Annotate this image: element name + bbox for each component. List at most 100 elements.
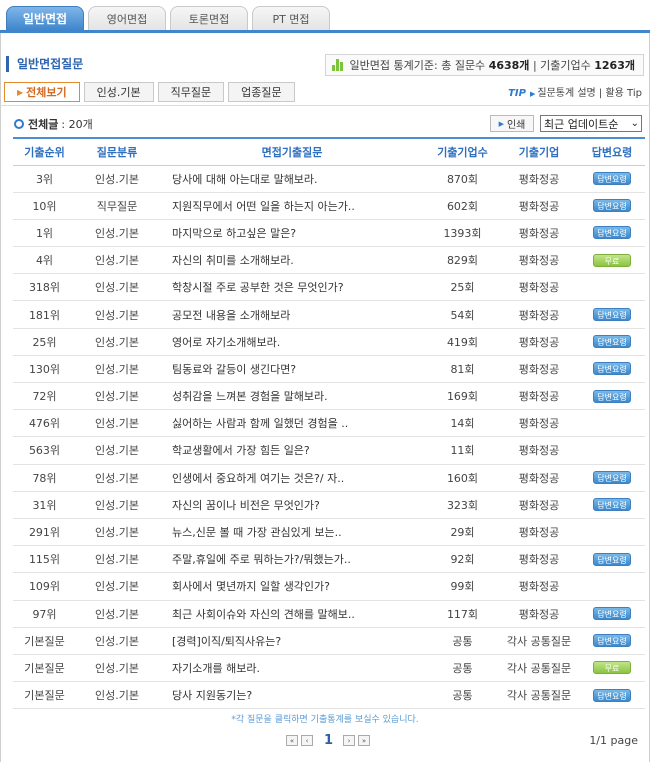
answer-tip-badge[interactable]: 답변요령 xyxy=(593,226,631,240)
answer-tip-cell: 답변요령 xyxy=(579,491,645,518)
sort-selected: 최근 업데이트순 xyxy=(544,117,619,131)
free-badge[interactable]: 무료 xyxy=(593,253,631,267)
question-cell[interactable]: 학창시절 주로 공부한 것은 무엇인가? xyxy=(158,274,426,301)
question-cell[interactable]: 자신의 취미를 소개해보라. xyxy=(158,247,426,274)
table-row[interactable]: 3위 인성.기본 당사에 대해 아는대로 말해보라. 870회 평화정공 답변요령 xyxy=(13,165,645,193)
question-cell[interactable]: 공모전 내용을 소개해보라 xyxy=(158,301,426,328)
table-row[interactable]: 109위 인성.기본 회사에서 몇년까지 일할 생각인가? 99회 평화정공 xyxy=(13,573,645,600)
table-row[interactable]: 10위 직무질문 지원직무에서 어떤 일을 하는지 아는가.. 602회 평화정공 답변요… xyxy=(13,192,645,220)
table-row[interactable]: 4위 인성.기본 자신의 취미를 소개해보라. 829회 평화정공 무료 xyxy=(13,247,645,274)
answer-tip-badge[interactable]: 답변요령 xyxy=(593,335,631,349)
subtab-personality[interactable]: 인성.기본 xyxy=(83,82,154,102)
table-row[interactable]: 115위 인성.기본 주말,휴일에 주로 뭐하는가?/뭐했는가.. 92회 평화정공 답변… xyxy=(13,546,645,573)
question-cell[interactable]: 최근 사회이슈와 자신의 견해를 말해보.. xyxy=(158,600,426,627)
table-row[interactable]: 31위 인성.기본 자신의 꿈이나 비전은 무엇인가? 323회 평화정공 답변요령 xyxy=(13,491,645,519)
question-cell[interactable]: 주말,휴일에 주로 뭐하는가?/뭐했는가.. xyxy=(158,546,426,573)
triangle-right-icon: ▶ xyxy=(529,90,536,98)
answer-tip-badge[interactable]: 답변요령 xyxy=(593,199,631,213)
answer-tip-cell: 무료 xyxy=(579,654,645,681)
question-cell[interactable]: 싫어하는 사람과 함께 일했던 경험을 .. xyxy=(158,410,426,437)
tab-english-interview[interactable]: 영어면접 xyxy=(88,6,166,30)
company-cell: 각사 공통질문 xyxy=(506,689,572,703)
rank-cell: 115위 xyxy=(28,553,61,567)
answer-tip-badge[interactable]: 답변요령 xyxy=(593,688,631,702)
question-cell[interactable]: [경력]이직/퇴직사유는? xyxy=(158,627,426,654)
table-row[interactable]: 97위 인성.기본 최근 사회이슈와 자신의 견해를 말해보.. 117회 평화정공 답변… xyxy=(13,600,645,628)
answer-tip-cell: 답변요령 xyxy=(579,192,645,219)
question-cell[interactable]: 당사 지원동기는? xyxy=(158,682,426,709)
table-row[interactable]: 318위 인성.기본 학창시절 주로 공부한 것은 무엇인가? 25회 평화정공 xyxy=(13,274,645,301)
chevron-down-icon: ⌄ xyxy=(630,118,639,129)
free-badge[interactable]: 무료 xyxy=(593,661,631,675)
answer-tip-badge[interactable]: 답변요령 xyxy=(593,308,631,322)
tab-debate-interview[interactable]: 토론면접 xyxy=(170,6,248,30)
answer-tip-badge[interactable]: 답변요령 xyxy=(593,172,631,186)
question-cell[interactable]: 뉴스,신문 볼 때 가장 관심있게 보는.. xyxy=(158,518,426,545)
count-cell: 공통 xyxy=(452,634,473,648)
answer-tip-badge[interactable]: 답변요령 xyxy=(593,552,631,566)
table-row[interactable]: 기본질문 인성.기본 당사 지원동기는? 공통 각사 공통질문 답변요령 xyxy=(13,682,645,709)
category-cell: 인성.기본 xyxy=(95,417,139,431)
question-cell[interactable]: 팀동료와 갈등이 생긴다면? xyxy=(158,355,426,382)
print-button[interactable]: ▶ 인쇄 xyxy=(490,115,534,132)
company-cell: 평화정공 xyxy=(518,580,560,594)
question-table: 기출순위 질문분류 면접기출질문 기출기업수 기출기업 답변요령 3위 인성.기본… xyxy=(13,137,645,709)
answer-tip-badge[interactable]: 답변요령 xyxy=(593,362,631,376)
next-page-icon[interactable]: › xyxy=(343,735,356,746)
tab-general-interview[interactable]: 일반면접 xyxy=(6,6,84,30)
rank-cell: 기본질문 xyxy=(24,689,65,703)
table-row[interactable]: 181위 인성.기본 공모전 내용을 소개해보라 54회 평화정공 답변요령 xyxy=(13,301,645,329)
tab-pt-interview[interactable]: PT 면접 xyxy=(252,6,330,30)
question-cell[interactable]: 인생에서 중요하게 여기는 것은?/ 자.. xyxy=(158,464,426,491)
total-count-label: 전체글 xyxy=(28,118,59,131)
tip-link[interactable]: TIP ▶ 질문통계 설명 | 활용 Tip xyxy=(508,84,642,99)
subtab-all[interactable]: ▶ 전체보기 xyxy=(4,82,80,102)
divider xyxy=(0,105,650,106)
answer-tip-cell xyxy=(579,274,645,301)
table-row[interactable]: 기본질문 인성.기본 자기소개를 해보라. 공통 각사 공통질문 무료 xyxy=(13,654,645,682)
answer-tip-cell: 답변요령 xyxy=(579,383,645,410)
table-row[interactable]: 기본질문 인성.기본 [경력]이직/퇴직사유는? 공통 각사 공통질문 답변요령 xyxy=(13,627,645,655)
company-cell: 평화정공 xyxy=(518,444,560,458)
table-row[interactable]: 1위 인성.기본 마지막으로 하고싶은 말은? 1393회 평화정공 답변요령 xyxy=(13,219,645,247)
answer-tip-cell xyxy=(579,410,645,437)
tip-label: TIP xyxy=(508,88,526,99)
first-page-icon[interactable]: « xyxy=(286,735,298,746)
answer-tip-badge[interactable]: 답변요령 xyxy=(593,607,631,621)
table-row[interactable]: 291위 인성.기본 뉴스,신문 볼 때 가장 관심있게 보는.. 29회 평화정공 xyxy=(13,518,645,546)
company-cell: 평화정공 xyxy=(518,172,560,186)
answer-tip-cell: 답변요령 xyxy=(579,355,645,382)
prev-page-icon[interactable]: ‹ xyxy=(301,735,313,746)
table-row[interactable]: 72위 인성.기본 성취감을 느껴본 경험을 말해보라. 169회 평화정공 답변요령 xyxy=(13,383,645,410)
question-cell[interactable]: 자신의 꿈이나 비전은 무엇인가? xyxy=(158,491,426,518)
question-cell[interactable]: 지원직무에서 어떤 일을 하는지 아는가.. xyxy=(158,192,426,219)
answer-tip-badge[interactable]: 답변요령 xyxy=(593,389,631,403)
question-cell[interactable]: 자기소개를 해보라. xyxy=(158,654,426,681)
rank-cell: 291위 xyxy=(28,526,61,540)
table-row[interactable]: 78위 인성.기본 인생에서 중요하게 여기는 것은?/ 자.. 160회 평화정공 답변… xyxy=(13,464,645,492)
company-cell: 각사 공통질문 xyxy=(506,634,572,648)
question-cell[interactable]: 영어로 자기소개해보라. xyxy=(158,328,426,355)
answer-tip-badge[interactable]: 답변요령 xyxy=(593,498,631,512)
sort-select[interactable]: 최근 업데이트순 ⌄ xyxy=(540,115,642,132)
question-cell[interactable]: 회사에서 몇년까지 일할 생각인가? xyxy=(158,573,426,600)
table-row[interactable]: 25위 인성.기본 영어로 자기소개해보라. 419회 평화정공 답변요령 xyxy=(13,328,645,356)
last-page-icon[interactable]: » xyxy=(358,735,371,746)
question-cell[interactable]: 당사에 대해 아는대로 말해보라. xyxy=(158,165,426,192)
question-cell[interactable]: 성취감을 느껴본 경험을 말해보라. xyxy=(158,383,426,410)
table-row[interactable]: 563위 인성.기본 학교생활에서 가장 힘든 일은? 11회 평화정공 xyxy=(13,437,645,465)
question-cell[interactable]: 마지막으로 하고싶은 말은? xyxy=(158,219,426,246)
rank-cell: 109위 xyxy=(28,580,61,594)
col-rank: 기출순위 xyxy=(24,145,65,159)
subtab-job[interactable]: 직무질문 xyxy=(157,82,225,102)
subtab-industry[interactable]: 업종질문 xyxy=(228,82,295,102)
table-row[interactable]: 476위 인성.기본 싫어하는 사람과 함께 일했던 경험을 .. 14회 평화정공 xyxy=(13,410,645,437)
current-page[interactable]: 1 xyxy=(324,733,333,748)
answer-tip-badge[interactable]: 답변요령 xyxy=(593,634,631,648)
company-cell: 평화정공 xyxy=(518,254,560,268)
question-cell[interactable]: 학교생활에서 가장 힘든 일은? xyxy=(158,437,426,464)
category-cell: 인성.기본 xyxy=(95,607,139,621)
table-row[interactable]: 130위 인성.기본 팀동료와 갈등이 생긴다면? 81회 평화정공 답변요령 xyxy=(13,355,645,383)
count-cell: 602회 xyxy=(446,199,479,213)
answer-tip-badge[interactable]: 답변요령 xyxy=(593,471,631,485)
